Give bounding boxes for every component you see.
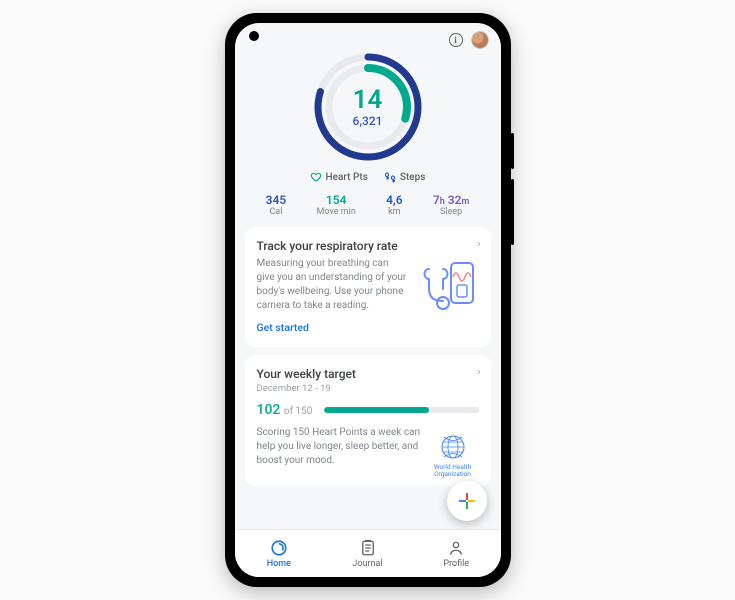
nav-journal-label: Journal xyxy=(352,559,382,569)
front-camera xyxy=(249,31,259,41)
hardware-button xyxy=(511,179,514,245)
steps-icon xyxy=(384,171,396,183)
content-area[interactable]: › Track your respiratory rate Measuring … xyxy=(235,227,501,577)
screen: i 14 6,321 xyxy=(235,23,501,577)
stat-move-label: Move min xyxy=(317,207,356,217)
bottom-nav: Home Journal Profile xyxy=(235,529,501,577)
nav-home-label: Home xyxy=(267,559,291,569)
legend-steps[interactable]: Steps xyxy=(384,171,426,183)
weekly-card-desc: Scoring 150 Heart Points a week can help… xyxy=(257,426,427,468)
nav-profile[interactable]: Profile xyxy=(412,530,501,577)
phone-frame: i 14 6,321 xyxy=(225,13,511,587)
stat-sleep[interactable]: 7h 32m Sleep xyxy=(433,193,469,217)
top-bar: i xyxy=(235,23,501,49)
heart-points-value: 14 xyxy=(353,87,383,113)
journal-icon xyxy=(359,539,377,557)
nav-journal[interactable]: Journal xyxy=(323,530,412,577)
get-started-link[interactable]: Get started xyxy=(257,321,309,334)
profile-avatar[interactable] xyxy=(471,31,489,49)
respiratory-illustration xyxy=(417,257,479,315)
steps-value: 6,321 xyxy=(353,114,383,128)
add-fab[interactable] xyxy=(447,481,487,521)
stat-sleep-value: 7h 32m xyxy=(433,193,469,207)
profile-icon xyxy=(447,539,465,557)
stat-sleep-label: Sleep xyxy=(433,207,469,217)
weekly-target-card[interactable]: › Your weekly target December 12 - 19 10… xyxy=(245,355,491,486)
stat-dist-value: 4,6 xyxy=(386,193,403,207)
hardware-button xyxy=(511,133,514,169)
who-globe-icon xyxy=(440,434,466,460)
chevron-right-icon: › xyxy=(477,239,480,250)
heart-icon xyxy=(310,171,322,183)
legend-heart-label: Heart Pts xyxy=(326,172,368,183)
legend-heart-pts[interactable]: Heart Pts xyxy=(310,171,368,183)
chevron-right-icon: › xyxy=(477,367,480,378)
nav-home[interactable]: Home xyxy=(235,530,324,577)
stat-dist-label: km xyxy=(386,207,403,217)
activity-ring[interactable]: 14 6,321 xyxy=(312,51,424,163)
stat-calories[interactable]: 345 Cal xyxy=(266,193,287,217)
stat-cal-value: 345 xyxy=(266,193,287,207)
stat-move-value: 154 xyxy=(317,193,356,207)
weekly-progress-bar xyxy=(324,407,478,413)
stat-cal-label: Cal xyxy=(266,207,287,217)
weekly-card-subtitle: December 12 - 19 xyxy=(257,383,479,394)
stat-move-min[interactable]: 154 Move min xyxy=(317,193,356,217)
info-icon[interactable]: i xyxy=(449,33,463,47)
respiratory-card-body: Measuring your breathing can give you an… xyxy=(257,257,409,313)
weekly-card-title: Your weekly target xyxy=(257,367,479,381)
stats-row: 345 Cal 154 Move min 4,6 km 7h 32 xyxy=(235,193,501,227)
respiratory-card[interactable]: › Track your respiratory rate Measuring … xyxy=(245,227,491,347)
who-badge: World HealthOrganization xyxy=(425,434,481,478)
ring-legend: Heart Pts Steps xyxy=(310,171,426,183)
plus-icon xyxy=(457,491,477,511)
home-ring-icon xyxy=(270,539,288,557)
respiratory-card-title: Track your respiratory rate xyxy=(257,239,479,253)
activity-ring-section: 14 6,321 Heart Pts Steps xyxy=(235,51,501,227)
stat-distance[interactable]: 4,6 km xyxy=(386,193,403,217)
legend-steps-label: Steps xyxy=(400,172,426,183)
weekly-progress-value: 102 of 150 xyxy=(257,402,313,418)
nav-profile-label: Profile xyxy=(443,559,469,569)
